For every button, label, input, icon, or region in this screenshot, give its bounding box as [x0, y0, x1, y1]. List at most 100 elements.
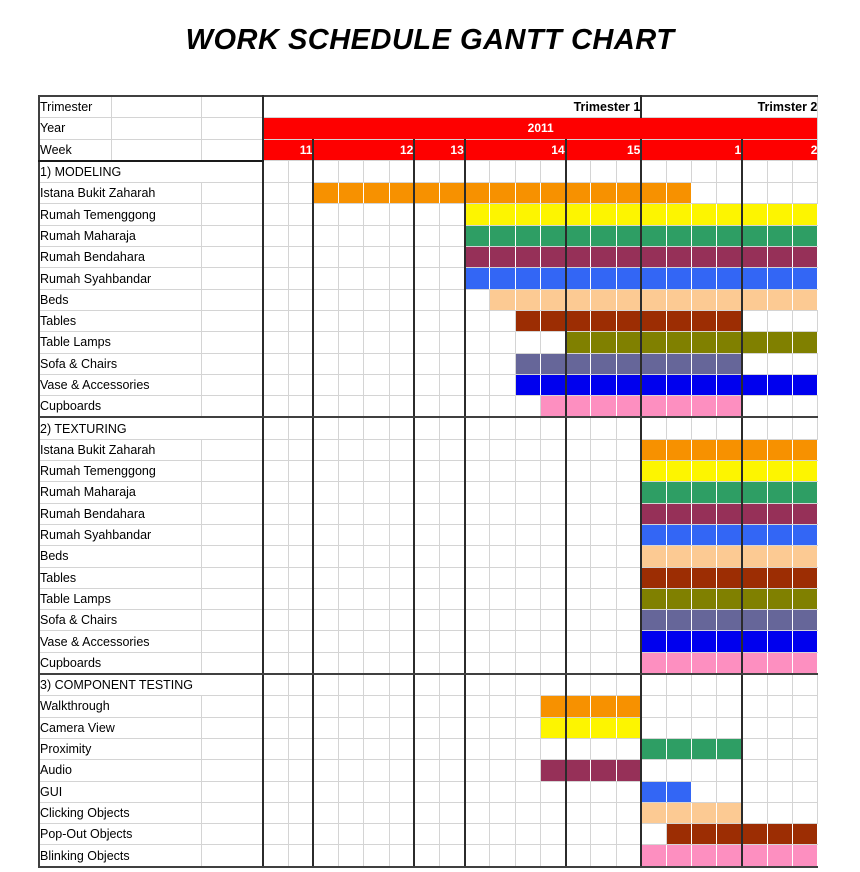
bar-fill [466, 247, 489, 267]
bar-fill [567, 717, 590, 738]
bar-fill [717, 738, 742, 759]
grid-cell [413, 160, 441, 184]
grid-cell [666, 759, 693, 782]
bar-fill [616, 332, 641, 353]
gantt-bar-segment [767, 246, 793, 269]
grid-cell [413, 652, 441, 676]
grid-cell [261, 460, 289, 483]
gantt-bar-segment [691, 374, 717, 397]
grid-cell [389, 374, 415, 397]
bar-fill [767, 588, 792, 609]
task-row: Rumah Maharaja [39, 481, 818, 504]
grid-cell [590, 823, 617, 846]
bar-fill [515, 183, 540, 203]
grid-cell [463, 802, 491, 825]
spacer-cell [201, 139, 264, 162]
grid-cell [616, 481, 642, 504]
gantt-bar-segment [691, 567, 717, 589]
bar-fill [643, 396, 666, 416]
grid-cell [439, 652, 466, 676]
grid-cell [616, 844, 642, 868]
grid-cell [540, 567, 567, 589]
grid-cell [413, 695, 441, 718]
task-label: Sofa & Chairs [39, 609, 202, 632]
grid-cell [767, 182, 794, 205]
bar-fill [793, 332, 817, 353]
gantt-bar-segment [515, 267, 541, 290]
gantt-bar-segment [741, 203, 768, 226]
grid-cell [288, 289, 314, 311]
gantt-bar-segment [666, 203, 692, 226]
bar-fill [793, 503, 817, 524]
gantt-bar-segment [741, 630, 768, 653]
bar-fill [540, 396, 565, 416]
grid-cell [338, 160, 365, 184]
grid-cell [363, 225, 390, 248]
grid-cell [767, 717, 794, 739]
grid-cell [312, 503, 340, 525]
grid-cell [439, 630, 466, 653]
grid-cell [463, 481, 491, 504]
grid-cell [515, 331, 541, 354]
gantt-bar-segment [792, 331, 818, 354]
grid-cell [463, 417, 491, 440]
bar-fill [643, 802, 666, 823]
grid-cell [515, 395, 541, 419]
gantt-bar-segment [716, 844, 743, 868]
gantt-bar-segment [792, 374, 818, 397]
task-label: Rumah Maharaja [39, 225, 202, 248]
grid-cell [515, 759, 541, 782]
grid-cell [616, 545, 642, 568]
gantt-bar-segment [741, 374, 768, 397]
grid-cell [590, 652, 617, 676]
gantt-bar-segment [792, 481, 818, 504]
grid-cell [540, 545, 567, 568]
gantt-bar-segment [540, 759, 566, 782]
grid-cell [389, 545, 415, 568]
gantt-bar-segment [540, 695, 566, 718]
bar-fill [490, 204, 515, 225]
grid-cell [288, 524, 314, 547]
bar-fill [717, 439, 742, 460]
gantt-bar-segment [666, 182, 692, 205]
task-row: Pop-Out Objects [39, 823, 818, 846]
grid-cell [439, 503, 466, 525]
grid-cell [338, 630, 365, 653]
grid-cell [439, 395, 466, 419]
gantt-bar-segment [767, 609, 793, 632]
bar-fill [643, 845, 666, 865]
gantt-bar-segment [489, 225, 516, 248]
bar-fill [692, 652, 716, 673]
bar-fill [767, 567, 792, 588]
gantt-bar-segment [590, 182, 617, 205]
gantt-bar-segment [413, 182, 440, 205]
grid-cell [338, 225, 365, 248]
grid-cell [767, 417, 794, 440]
bar-fill [767, 631, 792, 652]
grid-cell [363, 460, 390, 483]
gantt-bar-segment [741, 503, 768, 525]
grid-cell [439, 588, 466, 611]
bar-fill [717, 374, 742, 395]
spacer-cell [201, 481, 264, 504]
gantt-bar-segment [792, 609, 818, 632]
gantt-bar-segment [767, 567, 793, 589]
grid-cell [741, 802, 768, 825]
grid-cell [288, 182, 314, 205]
grid-cell [288, 695, 314, 718]
bar-fill [567, 204, 590, 225]
grid-cell [489, 503, 516, 525]
bar-fill [744, 567, 767, 588]
grid-cell [741, 417, 768, 440]
grid-cell [767, 759, 794, 782]
grid-cell [312, 781, 340, 803]
bar-fill [793, 610, 817, 630]
task-label: GUI [39, 781, 202, 803]
bar-fill [643, 183, 666, 203]
bar-fill [540, 310, 565, 331]
grid-cell [338, 759, 365, 782]
task-row: Rumah Syahbandar [39, 524, 818, 547]
gantt-bar-segment [564, 395, 591, 419]
gantt-bar-segment [540, 395, 566, 419]
grid-cell [338, 289, 365, 311]
